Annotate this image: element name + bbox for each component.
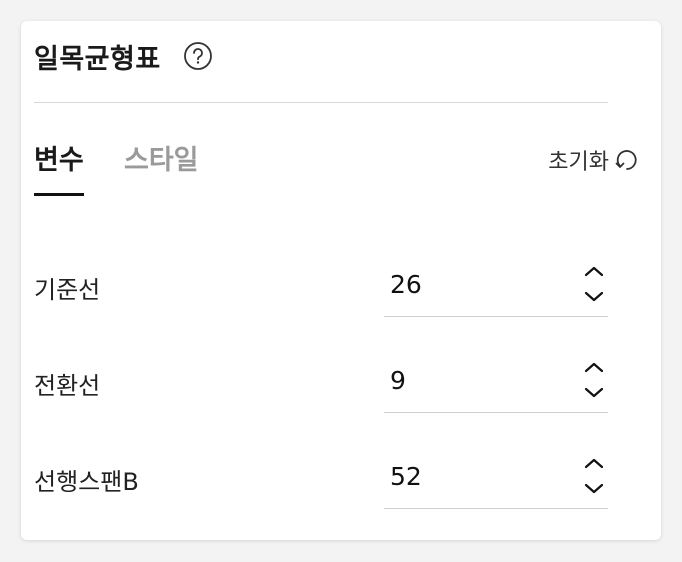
reset-icon: [613, 146, 641, 174]
field-value[interactable]: 52: [390, 462, 422, 491]
field-row-baseline: 기준선 26: [34, 256, 608, 317]
header-divider: [34, 102, 608, 103]
chevron-down-icon[interactable]: [580, 478, 608, 500]
chevron-down-icon[interactable]: [580, 286, 608, 308]
field-value[interactable]: 9: [390, 366, 406, 395]
chevron-up-icon[interactable]: [580, 356, 608, 378]
number-stepper: [580, 356, 608, 406]
tab-variables[interactable]: 변수: [34, 138, 84, 196]
panel-title: 일목균형표: [34, 43, 161, 75]
field-label: 기준선: [34, 276, 101, 304]
panel-header: 일목균형표: [34, 36, 213, 76]
reset-label: 초기화: [548, 150, 609, 175]
number-stepper: [580, 260, 608, 310]
reset-button[interactable]: 초기화: [548, 144, 641, 176]
number-input[interactable]: 26: [384, 256, 608, 317]
field-value[interactable]: 26: [390, 270, 422, 299]
tab-style[interactable]: 스타일: [124, 138, 199, 177]
chevron-down-icon[interactable]: [580, 382, 608, 404]
field-label: 전환선: [34, 372, 101, 400]
chevron-up-icon[interactable]: [580, 452, 608, 474]
field-row-leading-span-b: 선행스팬B 52: [34, 448, 608, 509]
number-input[interactable]: 52: [384, 448, 608, 509]
field-row-conversion: 전환선 9: [34, 352, 608, 413]
chevron-up-icon[interactable]: [580, 260, 608, 282]
number-input[interactable]: 9: [384, 352, 608, 413]
number-stepper: [580, 452, 608, 502]
help-icon[interactable]: [183, 41, 213, 71]
field-label: 선행스팬B: [34, 468, 139, 496]
